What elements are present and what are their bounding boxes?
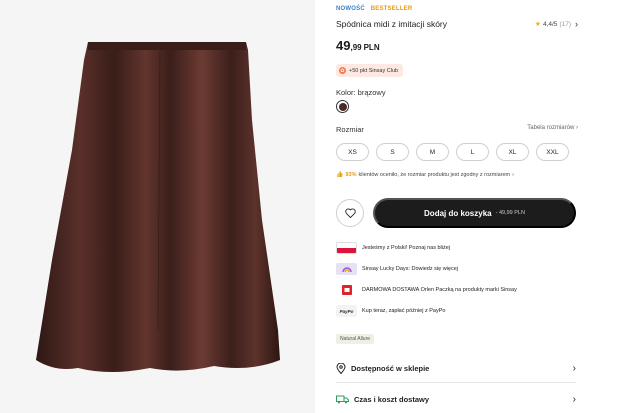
- add-to-cart-price: - 49,99 PLN: [495, 210, 525, 216]
- perk-text: Kup teraz, zapłać później z PayPo: [362, 308, 446, 314]
- price-integer: 49: [336, 38, 351, 53]
- size-options: XS S M L XL XXL: [336, 143, 569, 161]
- collection-tag: Natural Allure: [336, 334, 375, 344]
- delivery-info-label: Czas i koszt dostawy: [354, 394, 430, 404]
- price: 49,99 PLN: [336, 37, 380, 55]
- rating-value: 4,4/5: [542, 20, 558, 28]
- price-currency: PLN: [363, 43, 380, 52]
- thumbs-up-icon: 👍: [336, 172, 344, 178]
- size-xxl-button[interactable]: XXL: [536, 143, 569, 161]
- size-xl-button[interactable]: XL: [496, 143, 529, 161]
- chevron-right-icon: ›: [512, 171, 514, 178]
- perk-lucky-days[interactable]: Sinsay Lucky Days: Dowiedz się więcej: [336, 262, 458, 276]
- badge-new: NOWOŚĆ: [336, 6, 365, 12]
- delivery-icon: [336, 284, 357, 296]
- club-icon: ✿: [339, 67, 346, 74]
- lucky-days-icon: [336, 263, 357, 275]
- fit-text: klientów oceniło, że rozmiar produktu je…: [358, 171, 511, 178]
- store-availability-label: Dostępność w sklepie: [351, 363, 430, 373]
- club-points-badge: ✿ +50 pkt Sinsay Club: [336, 64, 404, 77]
- perk-about-us[interactable]: Jesteśmy z Polski! Poznaj nas bliżej: [336, 241, 450, 255]
- truck-icon: [336, 395, 349, 403]
- swatch-fill: [338, 102, 347, 111]
- rating[interactable]: ★ 4,4/5 (17) ›: [535, 19, 578, 29]
- chevron-right-icon: ›: [572, 362, 576, 374]
- wishlist-button[interactable]: [336, 199, 364, 227]
- heart-icon: [344, 208, 356, 218]
- add-to-cart-label: Dodaj do koszyka: [424, 208, 492, 218]
- delivery-info-row[interactable]: Czas i koszt dostawy ›: [336, 392, 576, 406]
- price-decimal: ,99: [350, 43, 362, 52]
- perk-text: Sinsay Lucky Days: Dowiedz się więcej: [362, 266, 458, 272]
- chevron-right-icon: ›: [575, 19, 578, 29]
- product-info: NOWOŚĆ BESTSELLER Spódnica midi z imitac…: [336, 0, 580, 413]
- badge-bestseller: BESTSELLER: [370, 6, 413, 12]
- rating-count: (17): [559, 20, 571, 28]
- size-m-button[interactable]: M: [416, 143, 449, 161]
- club-text: +50 pkt Sinsay Club: [349, 67, 399, 74]
- star-icon: ★: [534, 21, 541, 28]
- size-label: Rozmiar: [336, 125, 364, 134]
- color-swatch-brown[interactable]: [336, 100, 349, 113]
- poland-flag-icon: [336, 242, 357, 254]
- chevron-right-icon: ›: [576, 125, 578, 131]
- perk-text: Jesteśmy z Polski! Poznaj nas bliżej: [362, 245, 451, 251]
- size-xs-button[interactable]: XS: [336, 143, 369, 161]
- perk-paypo[interactable]: PayPo Kup teraz, zapłać później z PayPo: [336, 304, 445, 318]
- add-to-cart-button[interactable]: Dodaj do koszyka - 49,99 PLN: [373, 198, 576, 228]
- fit-percent: 93%: [345, 171, 357, 178]
- product-title: Spódnica midi z imitacji skóry: [336, 19, 448, 29]
- size-chart-link[interactable]: Tabela rozmiarów ›: [527, 125, 578, 131]
- size-fit-info: 👍 93% klientów oceniło, że rozmiar produ…: [336, 171, 514, 179]
- product-image[interactable]: [0, 0, 315, 413]
- store-availability-row[interactable]: Dostępność w sklepie ›: [336, 361, 576, 375]
- product-badges: NOWOŚĆ BESTSELLER: [336, 6, 412, 12]
- skirt-image: [36, 42, 280, 372]
- chevron-right-icon: ›: [572, 393, 576, 405]
- size-s-button[interactable]: S: [376, 143, 409, 161]
- size-chart-label: Tabela rozmiarów: [527, 125, 575, 131]
- perk-text: DARMOWA DOSTAWA Orlen Paczką na produkty…: [362, 287, 517, 293]
- size-l-button[interactable]: L: [456, 143, 489, 161]
- paypo-icon: PayPo: [336, 305, 357, 317]
- location-pin-icon: [336, 362, 346, 374]
- color-label: Kolor: brązowy: [336, 88, 386, 97]
- divider: [336, 382, 576, 383]
- perk-free-delivery[interactable]: DARMOWA DOSTAWA Orlen Paczką na produkty…: [336, 283, 517, 297]
